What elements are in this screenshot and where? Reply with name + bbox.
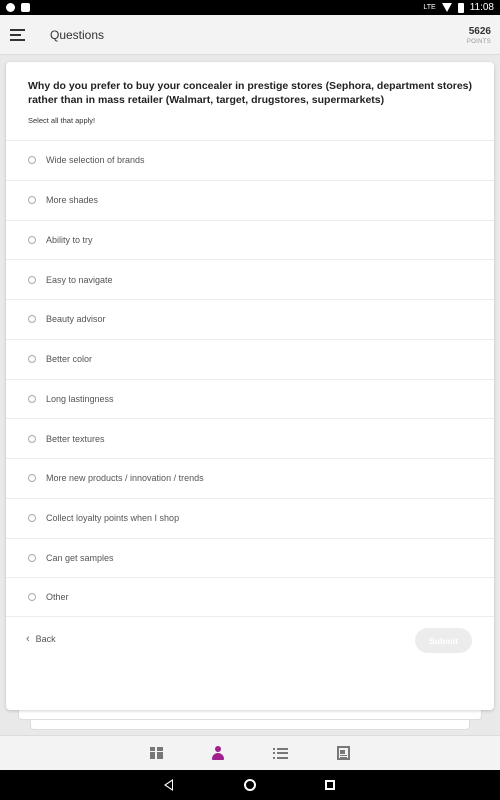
- answer-option[interactable]: Wide selection of brands: [6, 140, 494, 180]
- checkbox-icon[interactable]: [28, 196, 36, 205]
- checkbox-icon[interactable]: [28, 235, 36, 244]
- checkbox-icon[interactable]: [28, 434, 36, 443]
- answer-option-label: Easy to navigate: [46, 274, 113, 285]
- answer-option[interactable]: Ability to try: [6, 219, 494, 260]
- checkbox-icon[interactable]: [28, 315, 36, 324]
- answer-option[interactable]: Can get samples: [6, 537, 494, 578]
- tab-rewards[interactable]: [146, 744, 166, 762]
- gift-icon: [149, 747, 163, 759]
- answer-option[interactable]: Better color: [6, 338, 494, 379]
- checkbox-icon[interactable]: [28, 275, 36, 284]
- answer-option[interactable]: Beauty advisor: [6, 299, 494, 339]
- answer-option-label: Better color: [46, 354, 93, 365]
- battery-icon: [457, 2, 464, 13]
- answer-option-label: Can get samples: [46, 552, 114, 563]
- answer-option-label: Better textures: [46, 433, 105, 444]
- list-icon: [272, 747, 288, 759]
- answer-option[interactable]: Collect loyalty points when I shop: [6, 497, 494, 538]
- answer-option-label: More shades: [46, 195, 99, 206]
- news-icon: [336, 746, 350, 760]
- submit-button[interactable]: Submit: [415, 628, 472, 653]
- points-display: 5626 POINTS: [467, 26, 491, 46]
- answer-option-label: Wide selection of brands: [46, 155, 145, 166]
- back-button[interactable]: ‹ Back: [26, 633, 56, 645]
- answer-option[interactable]: More shades: [6, 179, 494, 220]
- app-bar: Questions 5626 POINTS: [0, 15, 500, 55]
- nav-back-icon[interactable]: [164, 779, 173, 791]
- profile-icon: [211, 746, 225, 760]
- network-type: LTE: [423, 4, 436, 11]
- checkbox-icon[interactable]: [28, 593, 36, 602]
- status-bar: LTE 11:08: [0, 0, 500, 15]
- checkbox-icon[interactable]: [28, 394, 36, 403]
- answer-option-label: More new products / innovation / trends: [46, 473, 204, 484]
- android-icon: [21, 3, 30, 12]
- system-nav-bar: [0, 770, 500, 800]
- bottom-tab-bar: [0, 735, 500, 770]
- question-text: Why do you prefer to buy your concealer …: [28, 80, 473, 106]
- answer-option-label: Ability to try: [46, 234, 93, 245]
- checkbox-icon[interactable]: [28, 514, 36, 523]
- answer-option-label: Other: [46, 592, 69, 603]
- answer-option[interactable]: Easy to navigate: [6, 259, 494, 299]
- checkbox-icon[interactable]: [28, 156, 36, 165]
- checkbox-icon[interactable]: [28, 355, 36, 364]
- answer-options: Wide selection of brands More shades Abi…: [6, 140, 494, 617]
- nav-recent-apps-icon[interactable]: [325, 780, 335, 790]
- tab-news[interactable]: [333, 744, 353, 762]
- nav-home-icon[interactable]: [244, 779, 256, 791]
- page-title: Questions: [50, 28, 105, 42]
- status-time: 11:08: [469, 2, 494, 13]
- menu-icon[interactable]: [10, 29, 25, 41]
- answer-option-label: Beauty advisor: [46, 314, 106, 325]
- points-label: POINTS: [466, 39, 491, 45]
- tab-profile[interactable]: [208, 744, 228, 762]
- points-value: 5626: [468, 26, 491, 37]
- question-card: Why do you prefer to buy your concealer …: [6, 62, 494, 710]
- signal-icon: [441, 3, 452, 12]
- back-button-label: Back: [35, 634, 56, 644]
- answer-option[interactable]: Long lastingness: [6, 378, 494, 419]
- answer-option-label: Long lastingness: [46, 393, 114, 404]
- answer-option[interactable]: Better textures: [6, 418, 494, 458]
- checkbox-icon[interactable]: [28, 474, 36, 483]
- tab-list[interactable]: [270, 744, 290, 762]
- chevron-left-icon: ‹: [26, 633, 30, 645]
- notification-icon: [6, 3, 15, 12]
- answer-option-label: Collect loyalty points when I shop: [46, 513, 180, 524]
- question-instruction: Select all that apply!: [28, 116, 96, 125]
- answer-option[interactable]: More new products / innovation / trends: [6, 458, 494, 498]
- answer-option[interactable]: Other: [6, 577, 494, 617]
- checkbox-icon[interactable]: [28, 553, 36, 562]
